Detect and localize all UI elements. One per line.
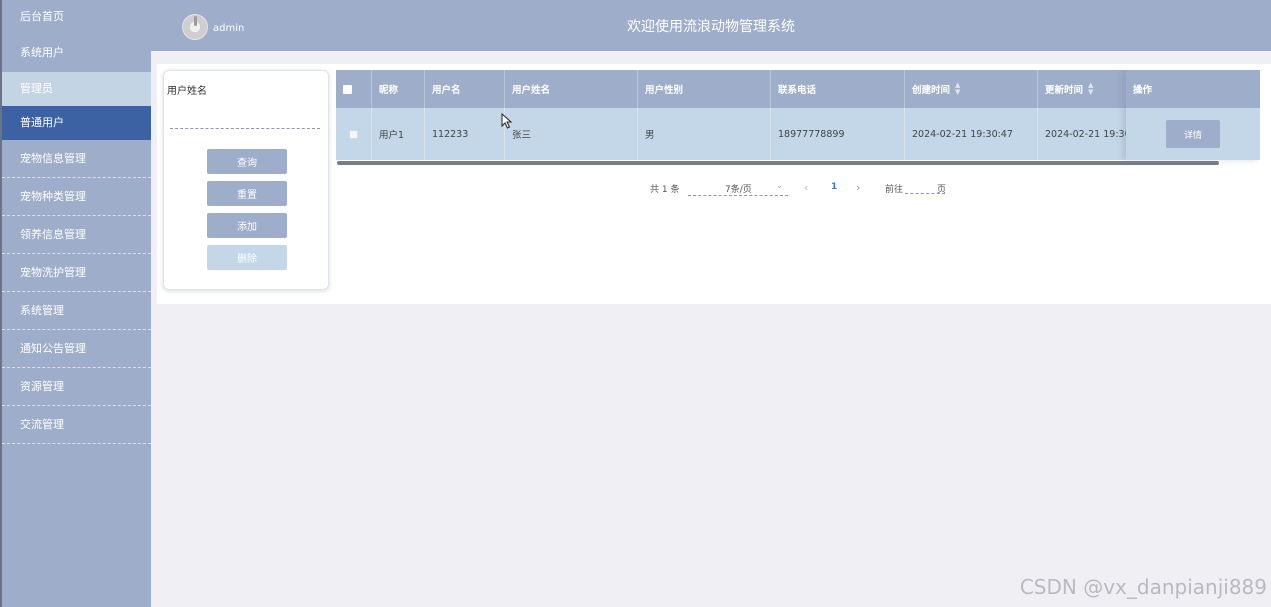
sidebar-item-admin[interactable]: 管理员 — [2, 72, 151, 106]
pagination-goto-label: 前往 — [885, 185, 904, 195]
row-checkbox[interactable] — [349, 129, 358, 139]
sidebar-item-pet-info[interactable]: 宠物信息管理 — [2, 140, 151, 178]
data-table: 昵称 用户名 用户姓名 用户性别 联系电话 创建时间 ▲ ▼ 更新时间 ▲ ▼ 用户… — [336, 70, 1260, 166]
cell-action: 详情 — [1126, 108, 1260, 160]
page-size-select[interactable]: 7条/页 ⌄ — [688, 178, 788, 196]
add-button[interactable]: 添加 — [207, 213, 287, 238]
horizontal-scrollbar[interactable] — [337, 161, 1219, 165]
page-size-value: 7条/页 — [725, 185, 752, 195]
sidebar: 后台首页 系统用户 管理员 普通用户 宠物信息管理 宠物种类管理 领养信息管理 … — [0, 0, 151, 607]
cell-username: 112233 — [425, 108, 505, 160]
column-header-action: 操作 — [1126, 70, 1260, 108]
pagination-total: 共 1 条 — [650, 185, 680, 195]
page-number-current[interactable]: 1 — [831, 182, 837, 192]
select-all-checkbox[interactable] — [343, 84, 352, 94]
sidebar-item-adoption[interactable]: 领养信息管理 — [2, 216, 151, 254]
sort-caret-icon[interactable]: ▲ ▼ — [1088, 82, 1093, 96]
watermark: CSDN @vx_danpianji889 — [1019, 575, 1267, 599]
column-header-updated-label: 更新时间 — [1045, 85, 1084, 96]
sidebar-item-communication[interactable]: 交流管理 — [2, 406, 151, 444]
cell-created: 2024-02-21 19:30:47 — [905, 108, 1038, 160]
search-input[interactable] — [170, 111, 320, 129]
cell-phone: 18977778899 — [771, 108, 905, 160]
sidebar-item-pet-grooming[interactable]: 宠物洗护管理 — [2, 254, 151, 292]
column-header-realname: 用户姓名 — [505, 70, 638, 108]
row-checkbox-cell — [336, 108, 372, 160]
table-row[interactable]: 用户1 112233 张三 男 18977778899 2024-02-21 1… — [336, 108, 1260, 160]
column-header-phone: 联系电话 — [771, 70, 905, 108]
delete-button[interactable]: 删除 — [207, 245, 287, 270]
sidebar-item-notices[interactable]: 通知公告管理 — [2, 330, 151, 368]
sidebar-item-system-management[interactable]: 系统管理 — [2, 292, 151, 330]
sidebar-item-system-users[interactable]: 系统用户 — [2, 34, 151, 72]
column-header-created-label: 创建时间 — [912, 85, 951, 96]
page-title: 欢迎使用流浪动物管理系统 — [627, 19, 795, 35]
column-header-username: 用户名 — [425, 70, 505, 108]
table-header: 昵称 用户名 用户姓名 用户性别 联系电话 创建时间 ▲ ▼ 更新时间 ▲ ▼ — [336, 70, 1260, 108]
prev-page-icon[interactable]: ‹ — [804, 181, 808, 194]
cell-nickname: 用户1 — [372, 108, 425, 160]
top-header: admin 欢迎使用流浪动物管理系统 — [151, 0, 1271, 51]
column-header-nickname: 昵称 — [372, 70, 425, 108]
next-page-icon[interactable]: › — [856, 181, 860, 194]
fixed-action-column: 操作 详情 — [1126, 70, 1260, 160]
sidebar-item-pet-category[interactable]: 宠物种类管理 — [2, 178, 151, 216]
search-panel: 用户姓名 查询 重置 添加 删除 — [163, 70, 329, 290]
pagination: 共 1 条 7条/页 ⌄ ‹ 1 › 前往 页 — [157, 178, 1271, 201]
query-button[interactable]: 查询 — [207, 149, 287, 174]
main-content: 用户姓名 查询 重置 添加 删除 昵称 用户名 用户姓名 用户性别 联系电话 创… — [157, 64, 1271, 304]
sidebar-item-regular-users[interactable]: 普通用户 — [2, 106, 151, 140]
select-all-cell — [336, 70, 372, 108]
detail-button[interactable]: 详情 — [1166, 120, 1220, 148]
cell-gender: 男 — [638, 108, 771, 160]
mouse-cursor-icon — [501, 113, 513, 129]
sidebar-item-resources[interactable]: 资源管理 — [2, 368, 151, 406]
column-header-gender: 用户性别 — [638, 70, 771, 108]
column-header-created[interactable]: 创建时间 ▲ ▼ — [905, 70, 1038, 108]
cell-realname: 张三 — [505, 108, 638, 160]
search-label: 用户姓名 — [167, 86, 207, 97]
pagination-page-suffix: 页 — [937, 185, 947, 195]
sort-caret-icon[interactable]: ▲ ▼ — [955, 82, 960, 96]
chevron-down-icon: ⌄ — [776, 181, 783, 190]
sidebar-item-home[interactable]: 后台首页 — [2, 0, 151, 34]
